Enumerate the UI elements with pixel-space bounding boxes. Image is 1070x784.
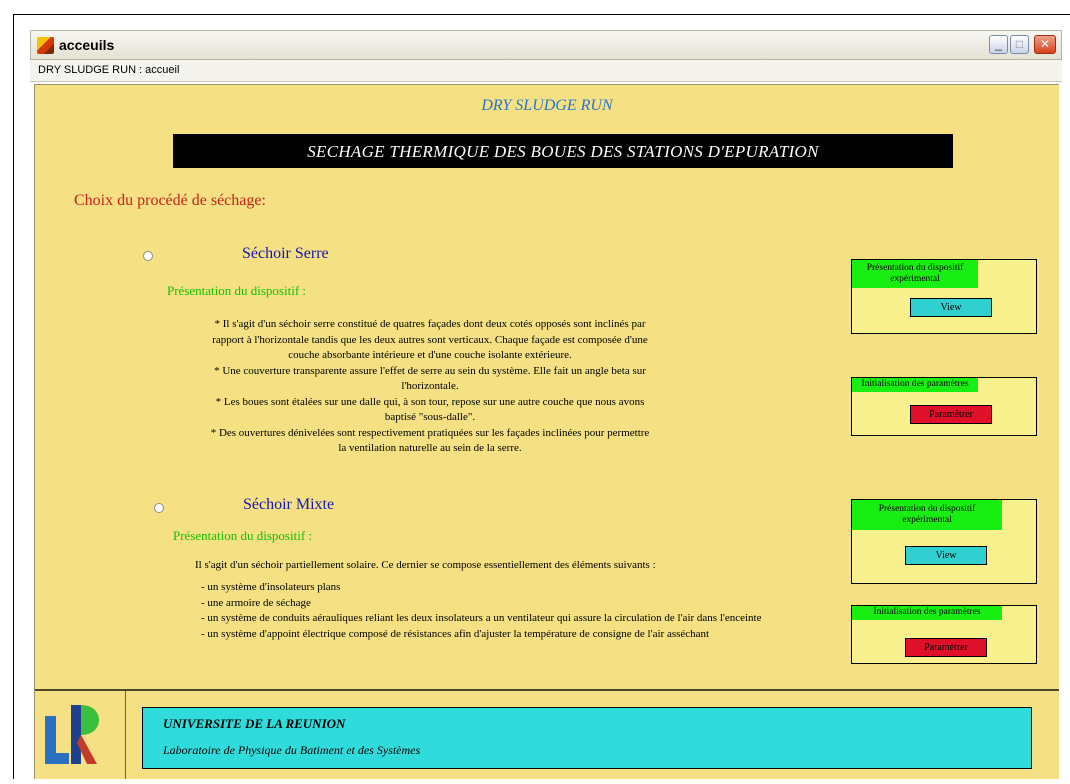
footer-logo-divider: [125, 691, 126, 779]
maximize-button[interactable]: □: [1010, 35, 1029, 54]
list-item: - un système d'insolateurs plans: [201, 581, 341, 593]
description-line: rapport à l'horizontale tandis que les d…: [212, 333, 648, 346]
footer-panel: UNIVERSITE DE LA REUNION Laboratoire de …: [142, 707, 1032, 769]
figure-name-bar: DRY SLUDGE RUN : accueil: [30, 60, 1062, 82]
description-line: * Des ouvertures dénivelées sont respect…: [210, 426, 650, 439]
description-line: * Une couverture transparente assure l'e…: [214, 364, 646, 377]
choice-heading: Choix du procédé de séchage:: [74, 192, 266, 209]
view-button-mixte[interactable]: View: [905, 546, 987, 565]
footer-divider-line: [35, 689, 1059, 691]
items-mixte: - un système d'insolateurs plans - une a…: [201, 580, 861, 642]
description-line: * Les boues sont étalées sur une dalle q…: [215, 395, 645, 408]
description-line: couche absorbante intérieure et d'une co…: [288, 349, 572, 361]
presentation-label-mixte: Présentation du dispositif :: [173, 528, 313, 543]
description-line: l'horizontale.: [401, 380, 459, 392]
init-box-serre: Initialisation des paramètres Paramètrer: [851, 377, 1037, 436]
main-panel: DRY SLUDGE RUN SECHAGE THERMIQUE DES BOU…: [34, 84, 1059, 779]
banner: SECHAGE THERMIQUE DES BOUES DES STATIONS…: [173, 134, 953, 168]
presentation-box-label: Présentation du dispositif expérimental: [852, 260, 978, 288]
init-box-label: Initialisation des paramètres: [852, 378, 978, 392]
laboratory-name: Laboratoire de Physique du Batiment et d…: [163, 743, 421, 757]
window-title: acceuils: [59, 37, 115, 53]
close-button[interactable]: ✕: [1034, 35, 1056, 54]
list-item: - une armoire de séchage: [201, 596, 311, 609]
list-item: - un système d'appoint électrique compos…: [201, 627, 710, 640]
university-name: UNIVERSITE DE LA REUNION: [163, 716, 346, 731]
university-logo: [35, 691, 125, 779]
init-box-label: Initialisation des paramètres: [852, 606, 1002, 620]
app-title: DRY SLUDGE RUN: [481, 97, 613, 114]
minimize-button[interactable]: _: [989, 35, 1008, 54]
radio-sechoir-serre[interactable]: [143, 251, 153, 261]
description-line: la ventilation naturelle au sein de la s…: [338, 442, 522, 454]
presentation-box-serre: Présentation du dispositif expérimental …: [851, 259, 1037, 334]
banner-title: SECHAGE THERMIQUE DES BOUES DES STATIONS…: [307, 142, 819, 161]
view-button-serre[interactable]: View: [910, 298, 992, 317]
intro-mixte: Il s'agit d'un séchoir partiellement sol…: [195, 559, 656, 571]
option-title-serre: Séchoir Serre: [242, 245, 329, 262]
description-serre: * Il s'agit d'un séchoir serre constitué…: [165, 317, 695, 457]
presentation-box-mixte: Présentation du dispositif expérimental …: [851, 499, 1037, 584]
option-title-mixte: Séchoir Mixte: [243, 496, 335, 513]
param-button-serre[interactable]: Paramètrer: [910, 405, 992, 424]
radio-sechoir-mixte[interactable]: [154, 503, 164, 513]
description-line: * Il s'agit d'un séchoir serre constitué…: [214, 318, 646, 330]
description-line: baptisé "sous-dalle".: [384, 411, 476, 423]
param-button-mixte[interactable]: Paramètrer: [905, 638, 987, 657]
figure-name: DRY SLUDGE RUN : accueil: [38, 64, 180, 76]
title-bar[interactable]: acceuils _ □ ✕: [30, 30, 1062, 60]
lr-logo-icon: [45, 705, 99, 764]
init-box-mixte: Initialisation des paramètres Paramètrer: [851, 605, 1037, 664]
matlab-app-icon: [37, 37, 54, 54]
list-item: - un système de conduits aérauliques rel…: [201, 612, 762, 624]
presentation-box-label: Présentation du dispositif expérimental: [852, 500, 1002, 530]
presentation-label-serre: Présentation du dispositif :: [167, 283, 307, 298]
